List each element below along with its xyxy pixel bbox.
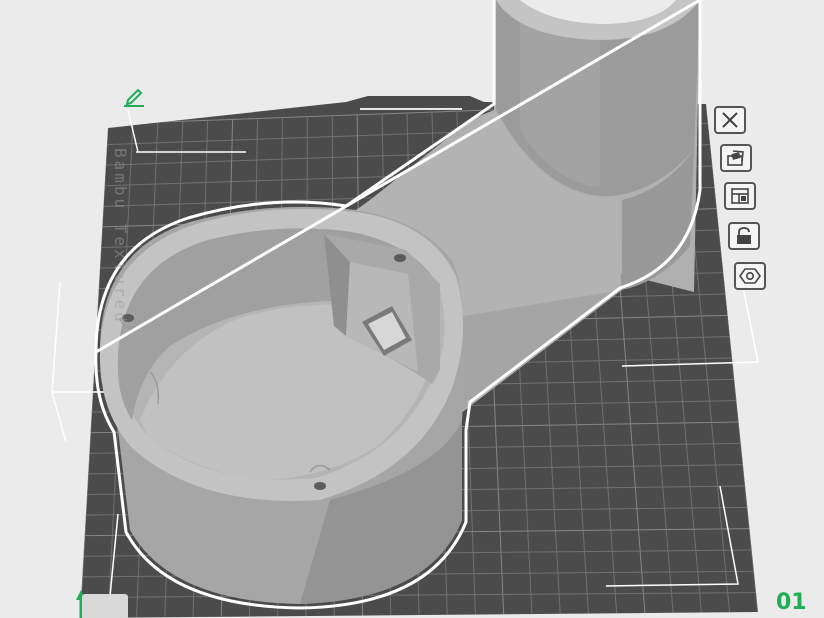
close-button[interactable]	[714, 106, 746, 134]
plate-index-label[interactable]: 01	[776, 590, 807, 615]
close-icon	[722, 112, 738, 128]
arrange-icon	[731, 188, 749, 204]
arrange-button[interactable]	[724, 182, 756, 210]
settings-gear-icon	[739, 268, 761, 284]
lock-icon	[737, 227, 751, 244]
3d-viewport[interactable]: Bambu Textured 01	[0, 0, 824, 618]
lock-button[interactable]	[728, 222, 760, 250]
edit-pencil-icon[interactable]	[122, 86, 146, 108]
plate-settings-button[interactable]	[734, 262, 766, 290]
auto-orient-icon	[727, 150, 744, 166]
plate-toolbar	[712, 104, 776, 304]
auto-orient-button[interactable]	[720, 144, 752, 172]
plate-brand-label: Bambu Textured	[111, 148, 130, 325]
